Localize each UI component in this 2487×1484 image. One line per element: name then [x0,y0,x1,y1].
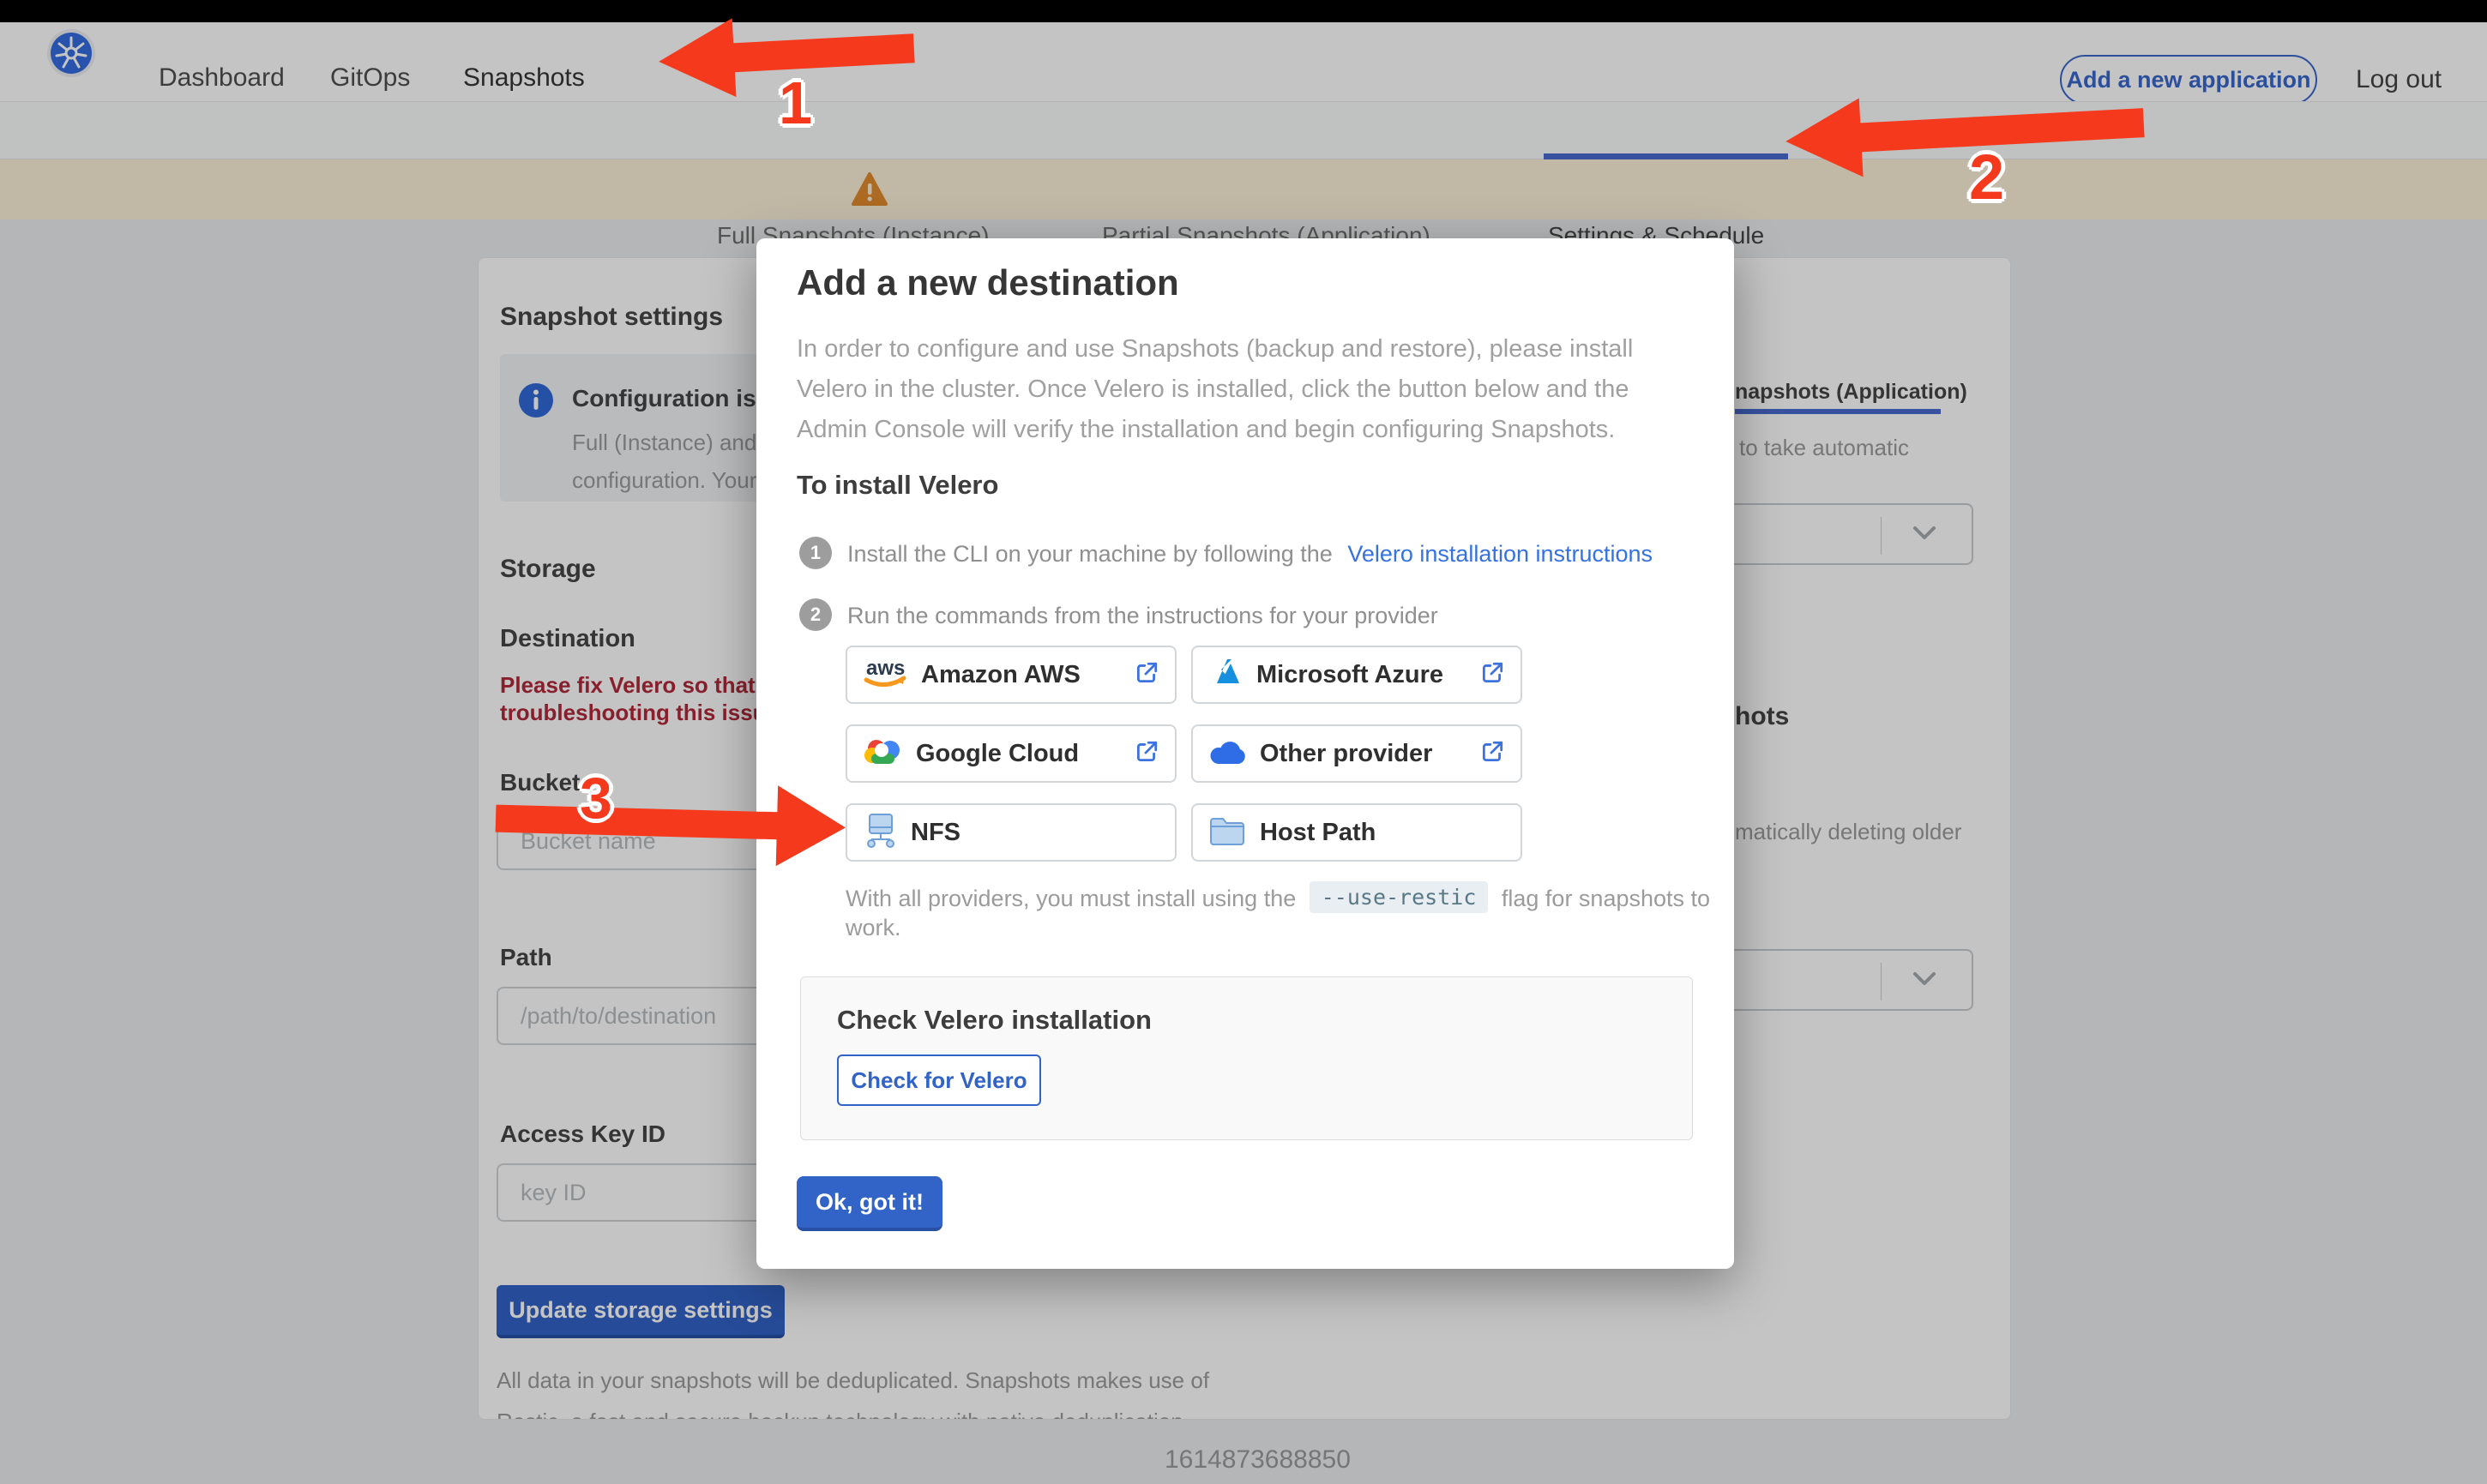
check-for-velero-button[interactable]: Check for Velero [837,1054,1041,1106]
provider-host-path[interactable]: Host Path [1191,803,1522,862]
provider-google-cloud[interactable]: Google Cloud [846,724,1177,783]
arrow-head [657,18,737,100]
provider-label: Host Path [1260,819,1505,847]
step-2-text: Run the commands from the instructions f… [847,603,1438,629]
screen: Dashboard GitOps Snapshots Add a new app… [0,0,2487,1484]
arrow-body [496,805,780,840]
step-2-badge: 2 [799,598,832,631]
svg-text:aws: aws [866,657,905,680]
step-1-text: Install the CLI on your machine by follo… [847,541,1653,568]
provider-label: Amazon AWS [921,661,1134,689]
provider-amazon-aws[interactable]: aws Amazon AWS [846,646,1177,704]
external-link-icon [1479,739,1505,769]
step-1-badge: 1 [799,537,832,569]
arrow-head [776,785,846,868]
annotation-number-3: 3 [580,765,612,832]
provider-microsoft-azure[interactable]: Microsoft Azure [1191,646,1522,704]
step-1-label: Install the CLI on your machine by follo… [847,541,1333,567]
annotation-number-1: 1 [779,69,812,137]
aws-icon: aws [863,656,907,694]
external-link-icon [1134,739,1159,769]
provider-nfs[interactable]: NFS [846,803,1177,862]
google-cloud-icon [863,736,902,772]
ok-got-it-button[interactable]: Ok, got it! [797,1176,942,1231]
install-velero-heading: To install Velero [797,470,998,501]
restic-note: With all providers, you must install usi… [846,883,1734,941]
cloud-icon [1208,736,1246,772]
arrow-head [1784,98,1864,180]
provider-label: Google Cloud [916,740,1134,768]
provider-label: Microsoft Azure [1256,661,1479,689]
check-velero-heading: Check Velero installation [837,1005,1152,1036]
velero-instructions-link[interactable]: Velero installation instructions [1347,541,1653,567]
external-link-icon [1134,660,1159,690]
restic-note-before: With all providers, you must install usi… [846,886,1296,911]
check-velero-panel: Check Velero installation Check for Vele… [800,976,1693,1140]
provider-label: NFS [911,819,1159,847]
folder-icon [1208,814,1246,851]
arrow-body [732,33,914,72]
external-link-icon [1479,660,1505,690]
add-destination-modal: Add a new destination In order to config… [756,238,1734,1269]
modal-title: Add a new destination [797,262,1179,303]
provider-other[interactable]: Other provider [1191,724,1522,783]
nfs-icon [863,813,897,853]
restic-flag-code: --use-restic [1310,881,1489,913]
annotation-arrow-3 [495,778,846,868]
modal-intro-text: In order to configure and use Snapshots … [797,329,1654,450]
annotation-number-2: 2 [1969,141,2004,213]
provider-label: Other provider [1260,740,1479,768]
azure-icon [1208,656,1243,694]
